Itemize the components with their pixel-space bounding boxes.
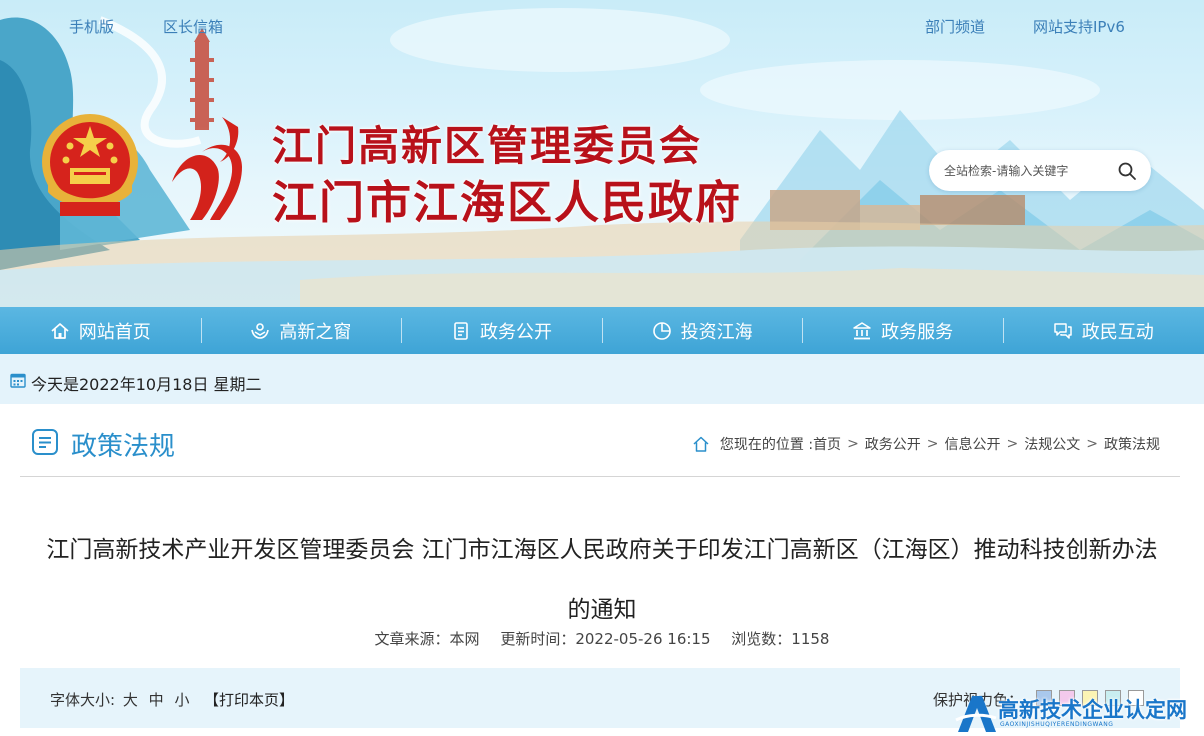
nav-item-interaction[interactable]: 政民互动: [1002, 307, 1204, 354]
mayor-mailbox-link[interactable]: 区长信箱: [163, 16, 223, 37]
chat-icon: [1054, 322, 1072, 339]
nav-item-home[interactable]: 网站首页: [0, 307, 201, 354]
nav-item-gov-affairs-public[interactable]: 政务公开: [401, 307, 602, 354]
nav-label: 政民互动: [1081, 321, 1154, 343]
nav-item-gov-services[interactable]: 政务服务: [802, 307, 1003, 354]
source-value: 本网: [449, 630, 480, 648]
breadcrumb-separator: >: [1086, 436, 1098, 452]
national-emblem-icon: [42, 114, 138, 216]
breadcrumb-separator: >: [1006, 436, 1019, 452]
article-title-line-1: 江门高新技术产业开发区管理委员会 江门市江海区人民政府关于印发江门高新区（江海区…: [46, 537, 1158, 563]
home-icon: [693, 436, 709, 452]
department-channel-link[interactable]: 部门频道: [925, 16, 985, 37]
nav-item-invest[interactable]: 投资江海: [601, 307, 803, 354]
today-date: 今天是2022年10月18日 星期二: [31, 375, 262, 394]
government-building-icon: [853, 321, 871, 339]
views-value: 1158: [791, 630, 830, 648]
font-size-label: 字体大小:: [50, 691, 116, 709]
search-icon[interactable]: [1117, 161, 1137, 181]
watermark: 高新技术企业认定网 GAOXINJISHUQIYERENDINGWANG: [954, 690, 1204, 736]
watermark-logo-icon: [955, 696, 997, 732]
watermark-text: 高新技术企业认定网: [998, 698, 1187, 722]
nav-label: 政务服务: [881, 321, 954, 343]
site-search-box: [929, 150, 1151, 191]
nav-label: 网站首页: [78, 321, 151, 343]
date-bar: 今天是2022年10月18日 星期二: [0, 354, 1204, 404]
watermark-subtext: GAOXINJISHUQIYERENDINGWANG: [1000, 721, 1114, 728]
document-icon: [454, 321, 468, 340]
section-divider: [20, 476, 1180, 477]
breadcrumb-separator: >: [847, 436, 859, 452]
source-label: 文章来源：: [374, 630, 450, 648]
main-navigation: 网站首页 高新之窗 政务公开 投资江海 政务服务 政民互动: [0, 307, 1204, 354]
nav-item-hitech-window[interactable]: 高新之窗: [200, 307, 402, 354]
article-updated: 更新时间：2022-05-26 16:15: [500, 630, 710, 648]
breadcrumb-separator: >: [926, 436, 939, 452]
ipv6-support-link[interactable]: 网站支持IPv6: [1033, 16, 1125, 37]
district-logo-icon: [172, 117, 242, 220]
article-source: 文章来源：本网: [375, 630, 480, 648]
breadcrumb-info-public[interactable]: 信息公开: [945, 434, 1001, 454]
breadcrumb: 您现在的位置 : 首页 > 政务公开 > 信息公开 > 法规公文 > 政策法规: [692, 434, 1160, 454]
nav-label: 高新之窗: [279, 321, 352, 343]
section-title: 政策法规: [71, 432, 176, 462]
search-input[interactable]: [944, 163, 1104, 178]
article-meta: 文章来源：本网 更新时间：2022-05-26 16:15 浏览数：1158: [0, 628, 1204, 649]
breadcrumb-prefix: 您现在的位置 :: [719, 437, 814, 453]
pie-chart-icon: [652, 321, 671, 340]
breadcrumb-home[interactable]: 首页: [813, 434, 841, 454]
breadcrumb-policies[interactable]: 政策法规: [1104, 434, 1160, 454]
calendar-icon: [10, 373, 26, 388]
site-banner: 手机版 区长信箱 部门频道 网站支持IPv6 江门高新区管理委员会 江门市江海区…: [0, 0, 1204, 307]
committee-title: 江门高新区管理委员会: [272, 122, 702, 170]
font-size-medium[interactable]: 中: [149, 691, 164, 709]
nav-label: 投资江海: [680, 321, 753, 343]
government-title: 江门市江海区人民政府: [272, 176, 743, 229]
font-size-control: 字体大小: 大 中 小: [50, 689, 192, 710]
hands-icon: [251, 322, 270, 339]
article-views: 浏览数：1158: [731, 630, 829, 648]
font-size-large[interactable]: 大: [123, 691, 138, 709]
article-title: 江门高新技术产业开发区管理委员会 江门市江海区人民政府关于印发江门高新区（江海区…: [20, 520, 1184, 640]
updated-label: 更新时间：: [500, 630, 576, 648]
home-icon: [51, 322, 69, 339]
views-label: 浏览数：: [731, 630, 792, 648]
article-list-icon: [32, 429, 58, 455]
breadcrumb-gov-affairs[interactable]: 政务公开: [865, 434, 921, 454]
print-page-button[interactable]: 【打印本页】: [204, 689, 294, 710]
updated-value: 2022-05-26 16:15: [575, 630, 711, 648]
font-size-small[interactable]: 小: [174, 691, 189, 709]
mobile-version-link[interactable]: 手机版: [69, 16, 114, 37]
breadcrumb-regulations[interactable]: 法规公文: [1024, 434, 1080, 454]
nav-label: 政务公开: [479, 321, 552, 343]
